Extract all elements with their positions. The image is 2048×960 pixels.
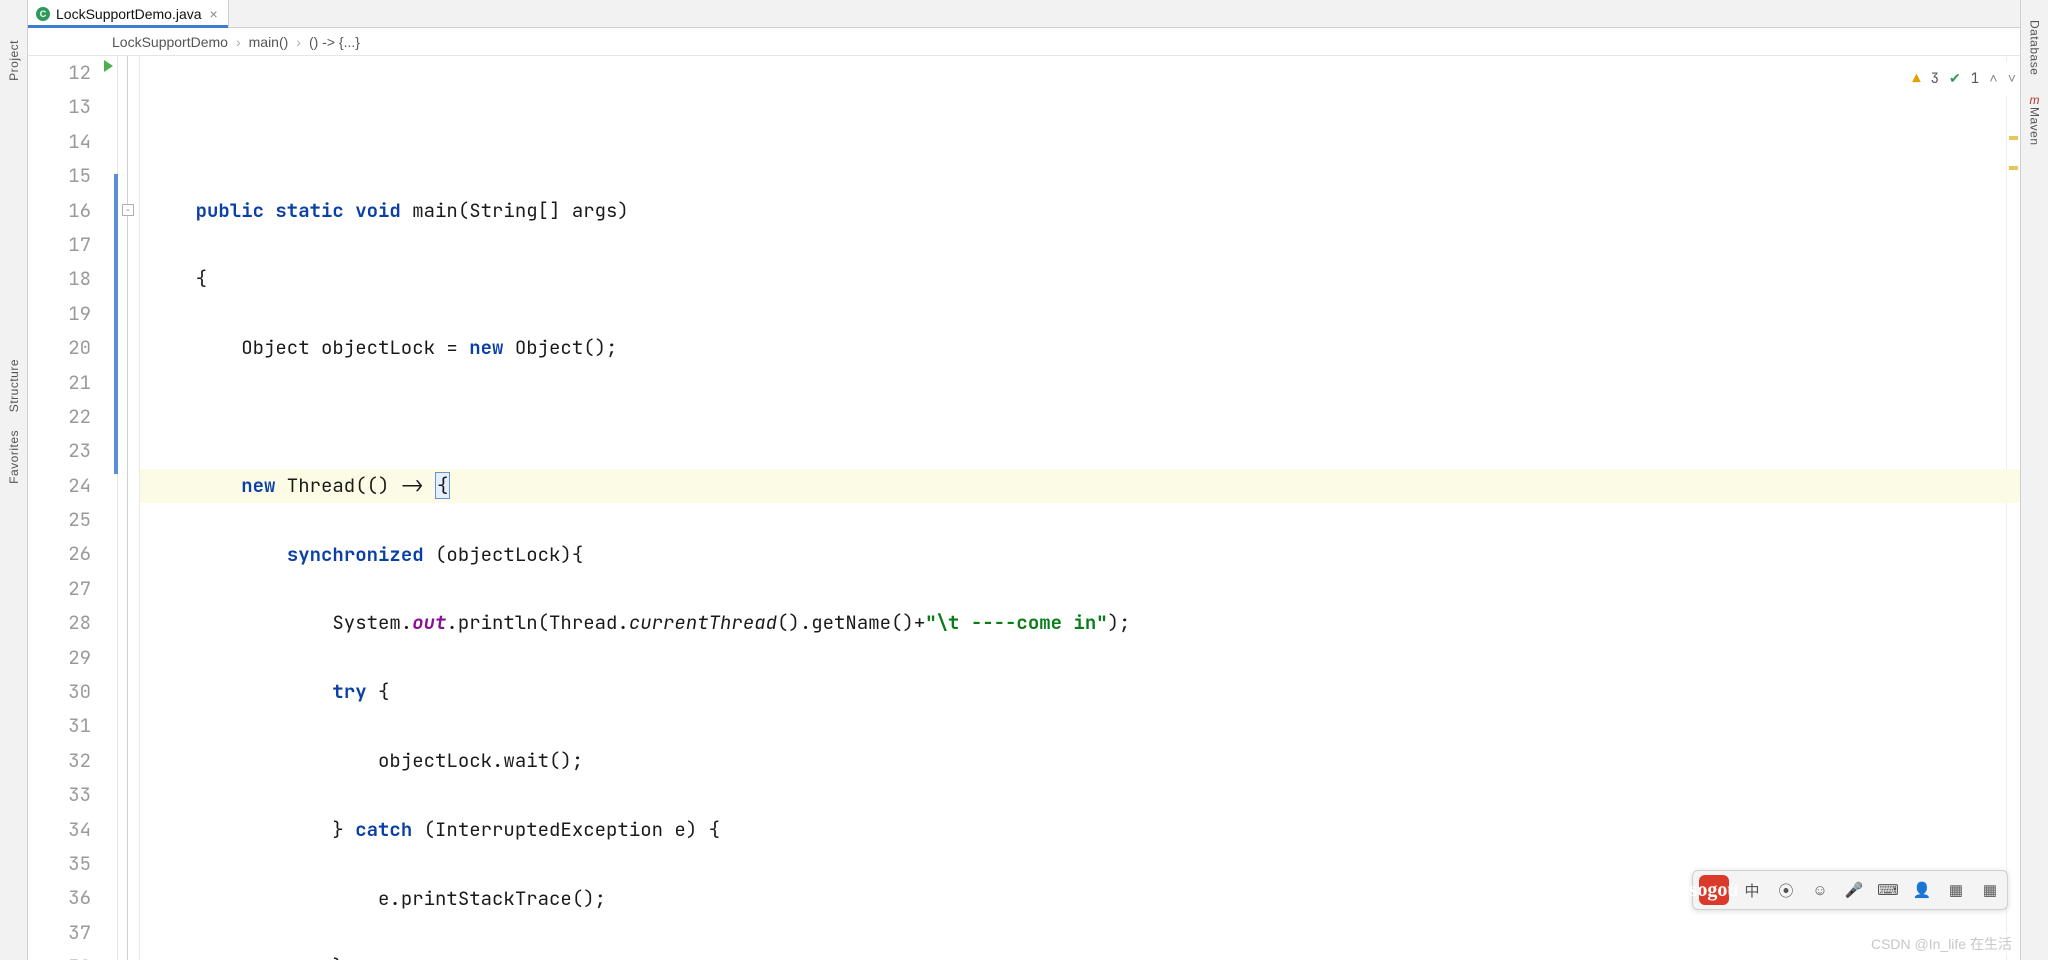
line-number: 17 <box>28 228 91 262</box>
line-number: 27 <box>28 572 91 606</box>
line-number: 38 <box>28 950 91 960</box>
code-line[interactable]: public static void main(String[] args) <box>140 194 2020 228</box>
line-number: 16 <box>28 194 91 228</box>
ime-emoji-icon[interactable]: ☺ <box>1809 879 1831 901</box>
prev-highlight-icon[interactable]: ˄ <box>1989 62 1997 96</box>
fold-column[interactable]: − <box>118 56 140 960</box>
line-number: 15 <box>28 159 91 193</box>
tab-label: LockSupportDemo.java <box>56 6 202 22</box>
code-area[interactable]: ▲ 3 ✔ 1 ˄ ˅ public static void main(Stri… <box>140 56 2020 960</box>
breadcrumb: LockSupportDemo › main() › () -> {...} <box>28 28 2020 56</box>
line-number: 14 <box>28 125 91 159</box>
run-gutter-icon[interactable] <box>104 60 113 72</box>
next-highlight-icon[interactable]: ˅ <box>2008 62 2016 96</box>
line-number: 13 <box>28 90 91 124</box>
ime-user-icon[interactable]: 👤 <box>1911 879 1933 901</box>
breadcrumb-class[interactable]: LockSupportDemo <box>112 34 228 50</box>
breadcrumb-method[interactable]: main() <box>249 34 289 50</box>
ime-voice-icon[interactable]: 🎤 <box>1843 879 1865 901</box>
line-number: 28 <box>28 606 91 640</box>
tool-structure[interactable]: Structure <box>7 359 21 412</box>
line-number: 22 <box>28 400 91 434</box>
code-line[interactable]: { <box>140 262 2020 296</box>
line-number: 31 <box>28 709 91 743</box>
line-number: 29 <box>28 641 91 675</box>
code-line[interactable]: } catch (InterruptedException e) { <box>140 813 2020 847</box>
code-line[interactable] <box>140 400 2020 434</box>
line-number: 18 <box>28 262 91 296</box>
warning-count: 3 <box>1931 62 1939 96</box>
ime-toolbox-icon[interactable]: ▦ <box>1979 879 2001 901</box>
ok-count: 1 <box>1971 62 1979 96</box>
right-tool-rail: Database m Maven <box>2020 0 2048 960</box>
code-editor[interactable]: 12 13 14 15 16 17 18 19 20 21 22 23 24 2… <box>28 56 2020 960</box>
line-number: 35 <box>28 847 91 881</box>
line-number: 36 <box>28 881 91 915</box>
line-number: 37 <box>28 916 91 950</box>
watermark-text: CSDN @In_life 在生活 <box>1871 934 2012 954</box>
editor-tabs: C LockSupportDemo.java × <box>28 0 2020 28</box>
line-number: 25 <box>28 503 91 537</box>
left-tool-rail: Project Structure Favorites <box>0 0 28 960</box>
line-number-gutter: 12 13 14 15 16 17 18 19 20 21 22 23 24 2… <box>28 56 118 960</box>
code-line-current[interactable]: new Thread(() -> { <box>140 469 2020 503</box>
tool-database[interactable]: Database <box>2028 20 2042 75</box>
inspections-widget[interactable]: ▲ 3 ✔ 1 ˄ ˅ <box>1912 62 2016 96</box>
line-number: 12 <box>28 56 91 90</box>
line-number: 26 <box>28 537 91 571</box>
sogou-icon[interactable]: sogou <box>1699 875 1729 905</box>
line-number: 30 <box>28 675 91 709</box>
line-number: 20 <box>28 331 91 365</box>
code-line[interactable]: objectLock.wait(); <box>140 744 2020 778</box>
ime-keyboard-icon[interactable]: ⌨ <box>1877 879 1899 901</box>
ok-check-icon: ✔ <box>1949 62 1961 96</box>
code-line[interactable]: synchronized (objectLock){ <box>140 538 2020 572</box>
ime-toolbar[interactable]: sogou 中 ⦿ ☺ 🎤 ⌨ 👤 ▦ ▦ <box>1692 870 2008 910</box>
maven-icon: m <box>2030 93 2040 107</box>
java-class-icon: C <box>36 7 50 21</box>
stripe-marker[interactable] <box>2009 166 2018 170</box>
caret-brace: { <box>435 472 450 499</box>
line-number: 32 <box>28 744 91 778</box>
close-tab-icon[interactable]: × <box>210 6 218 22</box>
breadcrumb-lambda[interactable]: () -> {...} <box>309 34 360 50</box>
warning-icon: ▲ <box>1912 62 1920 96</box>
line-number: 21 <box>28 366 91 400</box>
tool-maven[interactable]: Maven <box>2028 107 2042 146</box>
fold-handle-icon[interactable]: − <box>122 204 134 216</box>
code-line[interactable]: System.out.println(Thread.currentThread(… <box>140 606 2020 640</box>
chevron-right-icon: › <box>296 34 301 50</box>
tool-project[interactable]: Project <box>7 40 21 81</box>
line-number: 23 <box>28 434 91 468</box>
code-line[interactable]: Object objectLock = new Object(); <box>140 331 2020 365</box>
tab-locksupportdemo[interactable]: C LockSupportDemo.java × <box>28 0 229 27</box>
tool-favorites[interactable]: Favorites <box>7 430 21 484</box>
stripe-marker[interactable] <box>2009 136 2018 140</box>
code-line[interactable]: try { <box>140 675 2020 709</box>
code-line[interactable]: } <box>140 950 2020 960</box>
ime-skin-icon[interactable]: ▦ <box>1945 879 1967 901</box>
ime-lang-toggle[interactable]: 中 <box>1741 879 1763 901</box>
line-number: 24 <box>28 469 91 503</box>
line-number: 34 <box>28 813 91 847</box>
ime-punct-icon[interactable]: ⦿ <box>1775 879 1797 901</box>
chevron-right-icon: › <box>236 34 241 50</box>
line-number: 33 <box>28 778 91 812</box>
line-number: 19 <box>28 297 91 331</box>
